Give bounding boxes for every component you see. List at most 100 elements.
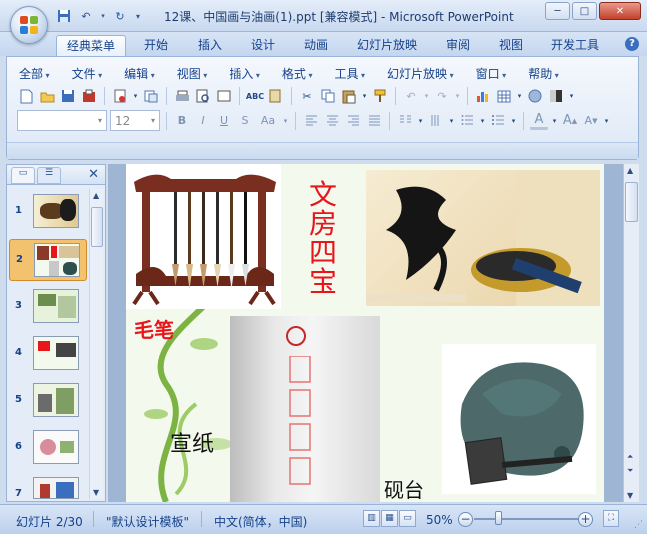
fit-to-window-button[interactable]: ⛶ [603, 510, 619, 527]
chevron-down-icon[interactable]: ▾ [510, 112, 517, 130]
slide-thumbnail-4[interactable]: 4 [9, 333, 87, 375]
tab-classic-menu[interactable]: 经典菜单 [56, 35, 127, 56]
permission-icon[interactable] [80, 87, 98, 105]
font-name-combo[interactable]: ▾ [17, 110, 107, 131]
help-icon[interactable]: ? [625, 37, 639, 51]
zoom-slider-track[interactable] [474, 518, 582, 520]
grow-font-icon[interactable]: A ▲ [561, 112, 579, 130]
chevron-down-icon[interactable]: ▾ [454, 87, 461, 105]
scroll-up-icon[interactable]: ▲ [93, 191, 99, 200]
print-icon[interactable] [173, 87, 191, 105]
undo-icon[interactable]: ↶ [402, 87, 420, 105]
menu-help[interactable]: 帮助 [528, 65, 559, 82]
redo-icon[interactable]: ↷ [433, 87, 451, 105]
grayscale-icon[interactable] [547, 87, 565, 105]
tab-design[interactable]: 设计 [241, 35, 285, 56]
scroll-down-icon[interactable]: ▼ [93, 488, 99, 497]
align-right-icon[interactable] [344, 112, 362, 130]
chevron-down-icon[interactable]: ▾ [417, 112, 424, 130]
slide-scrollbar[interactable]: ▲ ⏶ ⏷ ▼ [623, 164, 639, 502]
open-folder-icon[interactable] [38, 87, 56, 105]
copy-icon[interactable] [319, 87, 337, 105]
scroll-down-icon[interactable]: ▼ [627, 491, 633, 500]
customize-qat-icon[interactable]: ▾ [133, 8, 143, 24]
scroll-thumb[interactable] [625, 182, 638, 222]
slide-thumbnail-7[interactable]: 7 [9, 474, 87, 500]
menu-slideshow[interactable]: 幻灯片放映 [387, 65, 454, 82]
tab-slideshow[interactable]: 幻灯片放映 [347, 35, 427, 56]
pdf-icon[interactable] [111, 87, 129, 105]
resize-grip-icon[interactable]: ⋰ [634, 520, 643, 530]
close-button[interactable]: ✕ [599, 2, 641, 20]
zoom-level[interactable]: 50% [426, 513, 453, 527]
slide-thumbnail-3[interactable]: 3 [9, 286, 87, 328]
current-slide[interactable]: 文房四宝 毛笔 宣纸 砚台 [126, 164, 604, 502]
outline-view-icon[interactable] [215, 87, 233, 105]
zoom-out-button[interactable]: − [458, 512, 473, 527]
align-center-icon[interactable] [323, 112, 341, 130]
text-shadow-button[interactable]: S [236, 112, 254, 130]
clip-art-icon[interactable] [526, 87, 544, 105]
normal-view-button[interactable]: ▥ [363, 510, 380, 527]
justify-icon[interactable] [365, 112, 383, 130]
spelling-icon[interactable]: ABC [246, 87, 264, 105]
align-left-icon[interactable] [302, 112, 320, 130]
next-slide-icon[interactable]: ⏷ [627, 466, 633, 476]
tab-view[interactable]: 视图 [489, 35, 533, 56]
chevron-down-icon[interactable]: ▾ [448, 112, 455, 130]
office-button[interactable] [10, 6, 48, 44]
tab-outline[interactable]: ☰ [37, 167, 61, 184]
slide-thumbnail-2[interactable]: 2 [9, 239, 87, 281]
chevron-down-icon[interactable]: ▾ [516, 87, 523, 105]
slide-sorter-button[interactable]: ▦ [381, 510, 398, 527]
chevron-down-icon[interactable]: ▾ [568, 87, 575, 105]
italic-button[interactable]: I [194, 112, 212, 130]
new-file-icon[interactable] [17, 87, 35, 105]
menu-window[interactable]: 窗口 [476, 65, 507, 82]
menu-format[interactable]: 格式 [282, 65, 313, 82]
chevron-down-icon[interactable]: ▾ [479, 112, 486, 130]
tab-slides[interactable]: ▭ [11, 167, 35, 184]
undo-icon[interactable]: ↶ [77, 8, 95, 24]
chevron-down-icon[interactable]: ▾ [99, 8, 107, 24]
previous-slide-icon[interactable]: ⏶ [627, 452, 633, 462]
print-preview-icon[interactable] [194, 87, 212, 105]
slideshow-button[interactable]: ▭ [399, 510, 416, 527]
redo-icon[interactable]: ↻ [111, 8, 129, 24]
bold-button[interactable]: B [173, 112, 191, 130]
save-icon[interactable] [59, 87, 77, 105]
chevron-down-icon[interactable]: ▾ [361, 87, 368, 105]
save-icon[interactable] [55, 8, 73, 24]
maximize-button[interactable]: □ [572, 2, 597, 20]
columns-icon[interactable] [396, 112, 414, 130]
research-icon[interactable] [267, 87, 285, 105]
numbering-icon[interactable] [458, 112, 476, 130]
text-direction-icon[interactable] [427, 112, 445, 130]
tab-review[interactable]: 审阅 [436, 35, 480, 56]
menu-tools[interactable]: 工具 [334, 65, 365, 82]
change-case-button[interactable]: Aa [257, 112, 279, 130]
font-size-combo[interactable]: 12 ▾ [110, 110, 160, 131]
chevron-down-icon[interactable]: ▾ [423, 87, 430, 105]
tab-animation[interactable]: 动画 [294, 35, 338, 56]
slide-thumbnail-1[interactable]: 1 [9, 191, 87, 233]
chevron-down-icon[interactable]: ▾ [282, 112, 289, 130]
paste-icon[interactable] [340, 87, 358, 105]
copy-format-icon[interactable] [142, 87, 160, 105]
menu-all[interactable]: 全部 [19, 65, 50, 82]
more-options-icon[interactable]: ▾ [603, 112, 610, 130]
minimize-button[interactable]: ─ [545, 2, 570, 20]
theme-name[interactable]: "默认设计模板" [106, 513, 189, 530]
scroll-thumb[interactable] [91, 207, 103, 247]
zoom-in-button[interactable]: + [578, 512, 593, 527]
tab-developer[interactable]: 开发工具 [541, 35, 609, 56]
menu-file[interactable]: 文件 [72, 65, 103, 82]
cut-icon[interactable]: ✂ [298, 87, 316, 105]
chevron-down-icon[interactable]: ▾ [551, 112, 558, 130]
scroll-up-icon[interactable]: ▲ [627, 166, 633, 175]
underline-button[interactable]: U [215, 112, 233, 130]
insert-table-icon[interactable] [495, 87, 513, 105]
zoom-slider-thumb[interactable] [495, 511, 502, 525]
tab-home[interactable]: 开始 [134, 35, 178, 56]
menu-insert[interactable]: 插入 [229, 65, 260, 82]
